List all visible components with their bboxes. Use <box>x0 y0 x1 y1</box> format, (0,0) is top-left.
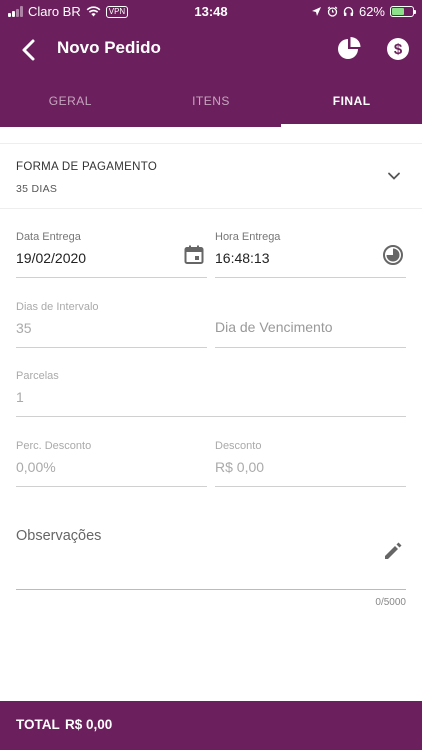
desconto-field[interactable]: Desconto R$ 0,00 <box>215 437 406 487</box>
payment-method-label: FORMA DE PAGAMENTO <box>16 161 158 173</box>
parcelas-value: 1 <box>16 389 24 405</box>
dollar-icon[interactable]: $ <box>385 36 411 62</box>
dia-vencimento-placeholder: Dia de Vencimento <box>215 319 333 335</box>
alarm-icon <box>327 6 338 17</box>
hora-entrega-label: Hora Entrega <box>215 231 281 243</box>
chevron-down-icon[interactable] <box>386 168 402 184</box>
total-value: R$ 0,00 <box>65 717 113 732</box>
tab-bar: GERAL ITENS FINAL <box>0 76 422 127</box>
dias-intervalo-label: Dias de Intervalo <box>16 301 99 313</box>
observacoes-counter: 0/5000 <box>375 597 406 608</box>
desconto-label: Desconto <box>215 440 262 452</box>
tab-geral[interactable]: GERAL <box>0 76 141 127</box>
perc-desconto-label: Perc. Desconto <box>16 440 92 452</box>
tab-final[interactable]: FINAL <box>281 76 422 127</box>
app-header: Claro BR VPN 13:48 62% Novo Pedido $ GER… <box>0 0 422 127</box>
battery-percent: 62% <box>358 4 385 19</box>
observacoes-field[interactable]: Observações <box>16 520 406 590</box>
data-entrega-label: Data Entrega <box>16 231 81 243</box>
hora-entrega-field[interactable]: Hora Entrega 16:48:13 <box>215 228 406 278</box>
back-arrow-icon[interactable] <box>16 36 44 64</box>
desconto-value: R$ 0,00 <box>215 459 265 475</box>
page-title: Novo Pedido <box>57 38 161 57</box>
tab-itens[interactable]: ITENS <box>141 76 282 127</box>
total-label: TOTAL <box>16 717 60 732</box>
status-bar: Claro BR VPN 13:48 62% <box>0 0 422 24</box>
dias-intervalo-value: 35 <box>16 320 32 336</box>
payment-method-select[interactable]: FORMA DE PAGAMENTO 35 DIAS <box>0 143 422 209</box>
calendar-icon[interactable] <box>183 244 205 266</box>
parcelas-label: Parcelas <box>16 370 59 382</box>
clock-icon[interactable] <box>382 244 404 266</box>
dias-intervalo-field: Dias de Intervalo 35 <box>16 298 207 348</box>
payment-method-value: 35 DIAS <box>16 183 58 195</box>
perc-desconto-value: 0,00% <box>16 459 56 475</box>
pie-chart-icon[interactable] <box>336 36 362 62</box>
dia-vencimento-field[interactable]: Dia de Vencimento <box>215 298 406 348</box>
pencil-icon[interactable] <box>382 540 404 562</box>
observacoes-label: Observações <box>16 528 102 544</box>
hora-entrega-value: 16:48:13 <box>215 250 270 266</box>
perc-desconto-field[interactable]: Perc. Desconto 0,00% <box>16 437 207 487</box>
total-footer: TOTAL R$ 0,00 <box>0 701 422 750</box>
toolbar: Novo Pedido $ <box>0 26 422 74</box>
data-entrega-value: 19/02/2020 <box>16 250 87 266</box>
status-right: 62% <box>311 4 416 19</box>
headphones-icon <box>343 6 354 16</box>
location-icon <box>311 7 321 16</box>
parcelas-field: Parcelas 1 <box>16 367 406 417</box>
battery-icon <box>390 6 416 17</box>
data-entrega-field[interactable]: Data Entrega 19/02/2020 <box>16 228 207 278</box>
svg-text:$: $ <box>394 41 403 58</box>
